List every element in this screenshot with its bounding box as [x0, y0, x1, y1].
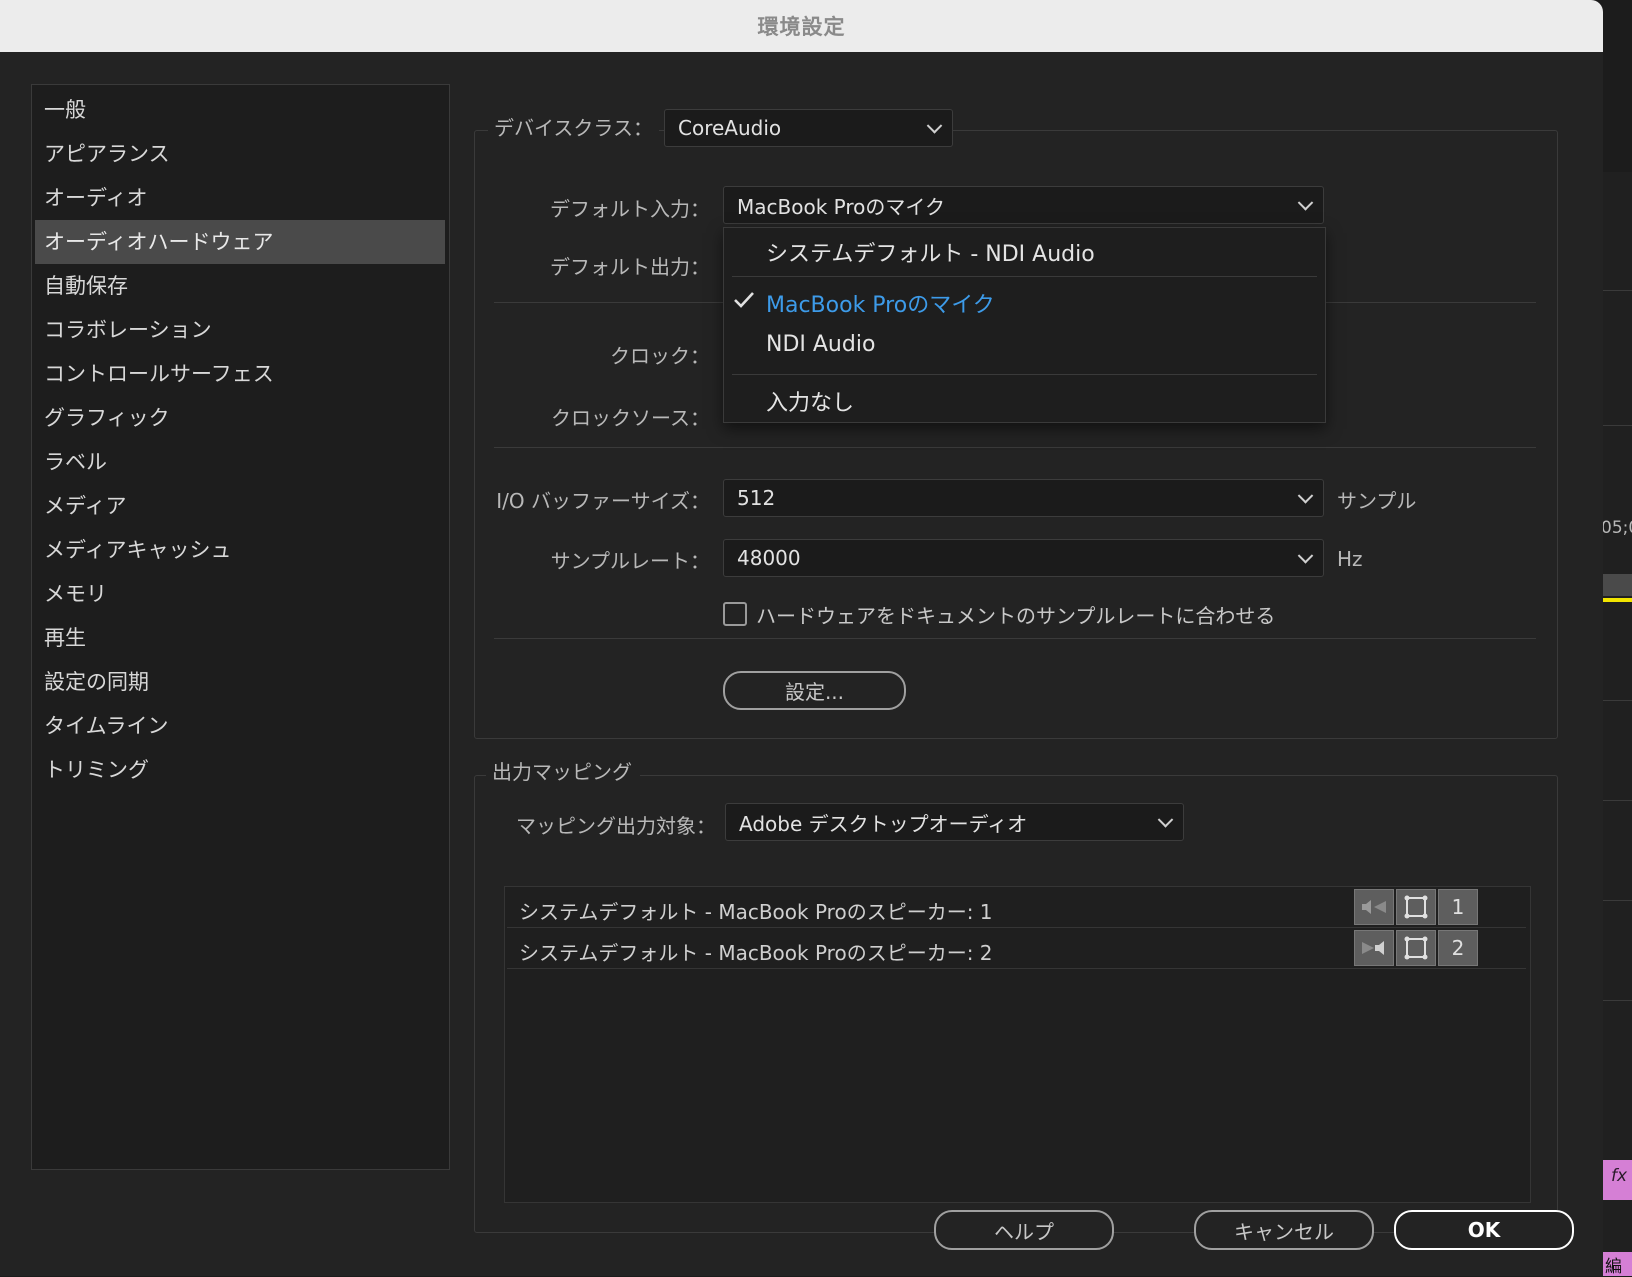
sidebar-item[interactable]: 自動保存 — [35, 264, 445, 308]
sidebar-item[interactable]: メディアキャッシュ — [35, 528, 445, 572]
help-button-label: ヘルプ — [994, 1216, 1054, 1245]
match-sample-rate-label: ハードウェアをドキュメントのサンプルレートに合わせる — [756, 600, 1275, 629]
background-divider — [1603, 290, 1632, 291]
channel-number[interactable]: 1 — [1438, 889, 1478, 925]
background-timeline-panel — [1603, 172, 1632, 1276]
sidebar-item[interactable]: ラベル — [35, 440, 445, 484]
chevron-down-icon — [1158, 812, 1174, 828]
dropdown-separator — [732, 276, 1317, 277]
dropdown-option-selected[interactable]: MacBook Proのマイク — [766, 287, 995, 319]
dropdown-separator — [732, 374, 1317, 375]
ok-button-label: OK — [1468, 1218, 1501, 1242]
sidebar-item[interactable]: コラボレーション — [35, 308, 445, 352]
checkmark-icon — [732, 290, 756, 310]
chevron-down-icon — [927, 118, 943, 134]
mapping-target-select[interactable]: Adobe デスクトップオーディオ — [725, 803, 1184, 841]
help-button[interactable]: ヘルプ — [934, 1210, 1114, 1250]
mapping-target-label: マッピング出力対象： — [480, 810, 716, 839]
sidebar-item[interactable]: トリミング — [35, 748, 445, 792]
default-input-label: デフォルト入力： — [480, 193, 710, 222]
list-item[interactable]: システムデフォルト - MacBook Proのスピーカー: 2 2 — [507, 928, 1526, 969]
chevron-down-icon — [1298, 488, 1314, 504]
sidebar-item[interactable]: メディア — [35, 484, 445, 528]
cancel-button[interactable]: キャンセル — [1194, 1210, 1374, 1250]
ok-button[interactable]: OK — [1394, 1210, 1574, 1250]
divider — [494, 638, 1536, 639]
background-divider — [1603, 800, 1632, 801]
sidebar-item[interactable]: 設定の同期 — [35, 660, 445, 704]
output-mapping-title: 出力マッピング — [486, 757, 640, 787]
speaker-icon[interactable] — [1354, 889, 1394, 925]
default-output-label: デフォルト出力： — [480, 251, 710, 280]
sample-rate-label: サンプルレート： — [480, 545, 710, 574]
chevron-down-icon — [1298, 548, 1314, 564]
sample-rate-select[interactable]: 48000 — [723, 539, 1324, 577]
channel-label: システムデフォルト - MacBook Proのスピーカー: 1 — [519, 896, 993, 925]
sidebar-item[interactable]: アピアランス — [35, 132, 445, 176]
sidebar-item[interactable]: 一般 — [35, 88, 445, 132]
sidebar-item[interactable]: タイムライン — [35, 704, 445, 748]
list-item[interactable]: システムデフォルト - MacBook Proのスピーカー: 1 1 — [507, 887, 1526, 928]
sidebar-item[interactable]: グラフィック — [35, 396, 445, 440]
background-work-area-bar — [1603, 598, 1632, 602]
default-input-dropdown-menu: システムデフォルト - NDI Audio MacBook Proのマイク ND… — [723, 227, 1326, 423]
surround-icon[interactable] — [1396, 930, 1436, 966]
background-clip-label: 編 — [1603, 1252, 1632, 1276]
sidebar-item[interactable]: メモリ — [35, 572, 445, 616]
sidebar-item[interactable]: オーディオハードウェア — [35, 220, 445, 264]
background-playhead-region — [1603, 574, 1632, 596]
mapping-target-value: Adobe デスクトップオーディオ — [739, 808, 1027, 837]
buffer-size-label: I/O バッファーサイズ： — [480, 485, 710, 514]
surround-icon[interactable] — [1396, 889, 1436, 925]
buffer-size-select[interactable]: 512 — [723, 479, 1324, 517]
background-timecode: 05;0 — [1601, 518, 1632, 538]
cancel-button-label: キャンセル — [1234, 1216, 1334, 1245]
settings-button-label: 設定... — [785, 676, 844, 705]
background-divider — [1603, 900, 1632, 901]
divider — [494, 447, 1536, 448]
sidebar-item[interactable]: 再生 — [35, 616, 445, 660]
sample-rate-unit: Hz — [1337, 547, 1363, 571]
background-divider — [1603, 425, 1632, 426]
default-input-value: MacBook Proのマイク — [737, 191, 945, 220]
title-bar[interactable]: 環境設定 — [0, 0, 1603, 52]
sample-rate-value: 48000 — [737, 546, 801, 570]
channel-number[interactable]: 2 — [1438, 930, 1478, 966]
settings-button[interactable]: 設定... — [723, 671, 906, 710]
sidebar-item[interactable]: コントロールサーフェス — [35, 352, 445, 396]
device-class-value: CoreAudio — [678, 116, 781, 140]
window-title: 環境設定 — [758, 11, 846, 41]
dropdown-option[interactable]: NDI Audio — [766, 332, 875, 357]
buffer-size-value: 512 — [737, 486, 775, 510]
match-sample-rate-checkbox[interactable] — [723, 602, 747, 626]
clock-source-label: クロックソース： — [480, 402, 710, 431]
clock-label: クロック： — [480, 340, 710, 369]
background-divider — [1603, 1000, 1632, 1001]
device-class-label: デバイスクラス： — [488, 113, 659, 143]
channel-mapping-list: システムデフォルト - MacBook Proのスピーカー: 1 1 システムデ… — [504, 886, 1531, 1203]
chevron-down-icon — [1298, 195, 1314, 211]
device-class-select[interactable]: CoreAudio — [664, 109, 953, 147]
speaker-icon[interactable] — [1354, 930, 1394, 966]
channel-label: システムデフォルト - MacBook Proのスピーカー: 2 — [519, 937, 993, 966]
buffer-unit: サンプル — [1337, 485, 1416, 514]
background-fx-badge: fx — [1603, 1160, 1632, 1200]
sidebar: 一般アピアランスオーディオオーディオハードウェア自動保存コラボレーションコントロ… — [31, 84, 450, 1170]
dropdown-option[interactable]: 入力なし — [766, 385, 854, 417]
background-divider — [1603, 700, 1632, 701]
sidebar-item[interactable]: オーディオ — [35, 176, 445, 220]
dropdown-option[interactable]: システムデフォルト - NDI Audio — [766, 236, 1095, 268]
default-input-select[interactable]: MacBook Proのマイク — [723, 186, 1324, 224]
